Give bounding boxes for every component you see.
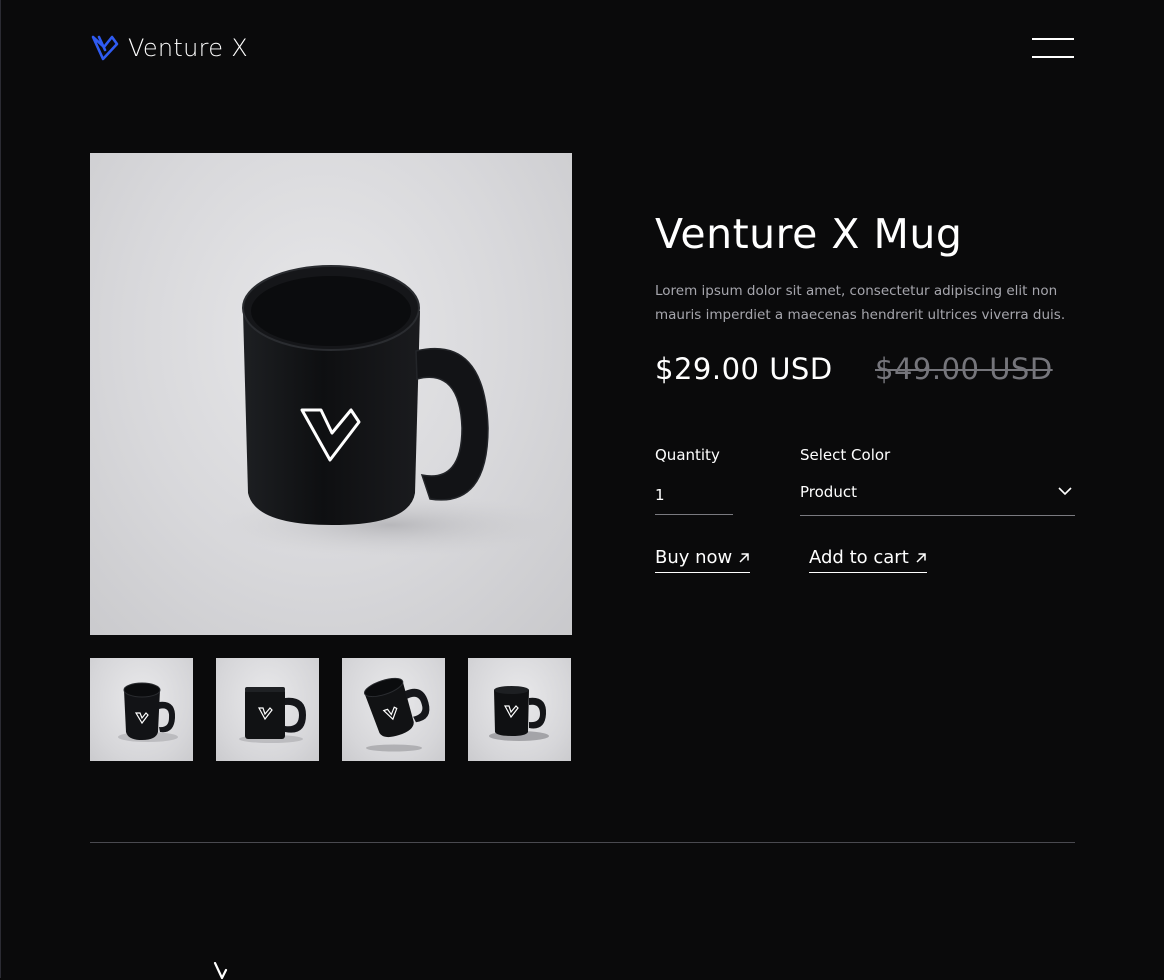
product-main-image <box>90 153 572 635</box>
buy-now-label: Buy now <box>655 547 733 568</box>
add-to-cart-label: Add to cart <box>809 547 909 568</box>
thumbnail-3[interactable] <box>342 658 445 761</box>
arrow-up-right-icon <box>739 552 750 563</box>
thumb-mug-tilted <box>363 677 430 752</box>
product-price: $29.00 USD <box>655 352 833 386</box>
color-select-value: Product <box>800 483 857 501</box>
thumbnail-1[interactable] <box>90 658 193 761</box>
thumb-mug-dark <box>489 686 549 741</box>
thumb-mug-angle <box>118 682 178 742</box>
add-to-cart-button[interactable]: Add to cart <box>809 547 927 573</box>
quantity-label: Quantity <box>655 446 720 464</box>
chevron-down-icon <box>1058 487 1072 496</box>
arrow-up-right-icon <box>916 552 926 563</box>
brand-home-link[interactable]: Venture X <box>90 32 248 64</box>
buy-now-button[interactable]: Buy now <box>655 547 751 573</box>
brand-name: Venture X <box>128 34 249 62</box>
menu-button[interactable] <box>1030 34 1076 60</box>
quantity-input[interactable] <box>655 476 733 515</box>
section-divider <box>90 842 1075 843</box>
venture-x-logo-icon <box>91 35 119 61</box>
product-description: Lorem ipsum dolor sit amet, consectetur … <box>655 283 1066 323</box>
page-edge-line <box>0 0 1 978</box>
hamburger-line-top <box>1032 38 1074 40</box>
thumb-mug-side <box>239 687 306 743</box>
thumbnail-strip <box>90 658 571 761</box>
color-select[interactable]: Product <box>800 476 1075 516</box>
hamburger-line-bottom <box>1032 56 1074 58</box>
color-label: Select Color <box>800 446 891 464</box>
thumbnail-2[interactable] <box>216 658 319 761</box>
product-old-price: $49.00 USD <box>875 352 1053 386</box>
product-title: Venture X Mug <box>655 210 963 258</box>
thumbnail-4[interactable] <box>468 658 571 761</box>
footer-logo-icon <box>213 962 228 980</box>
mug-illustration <box>220 265 560 557</box>
